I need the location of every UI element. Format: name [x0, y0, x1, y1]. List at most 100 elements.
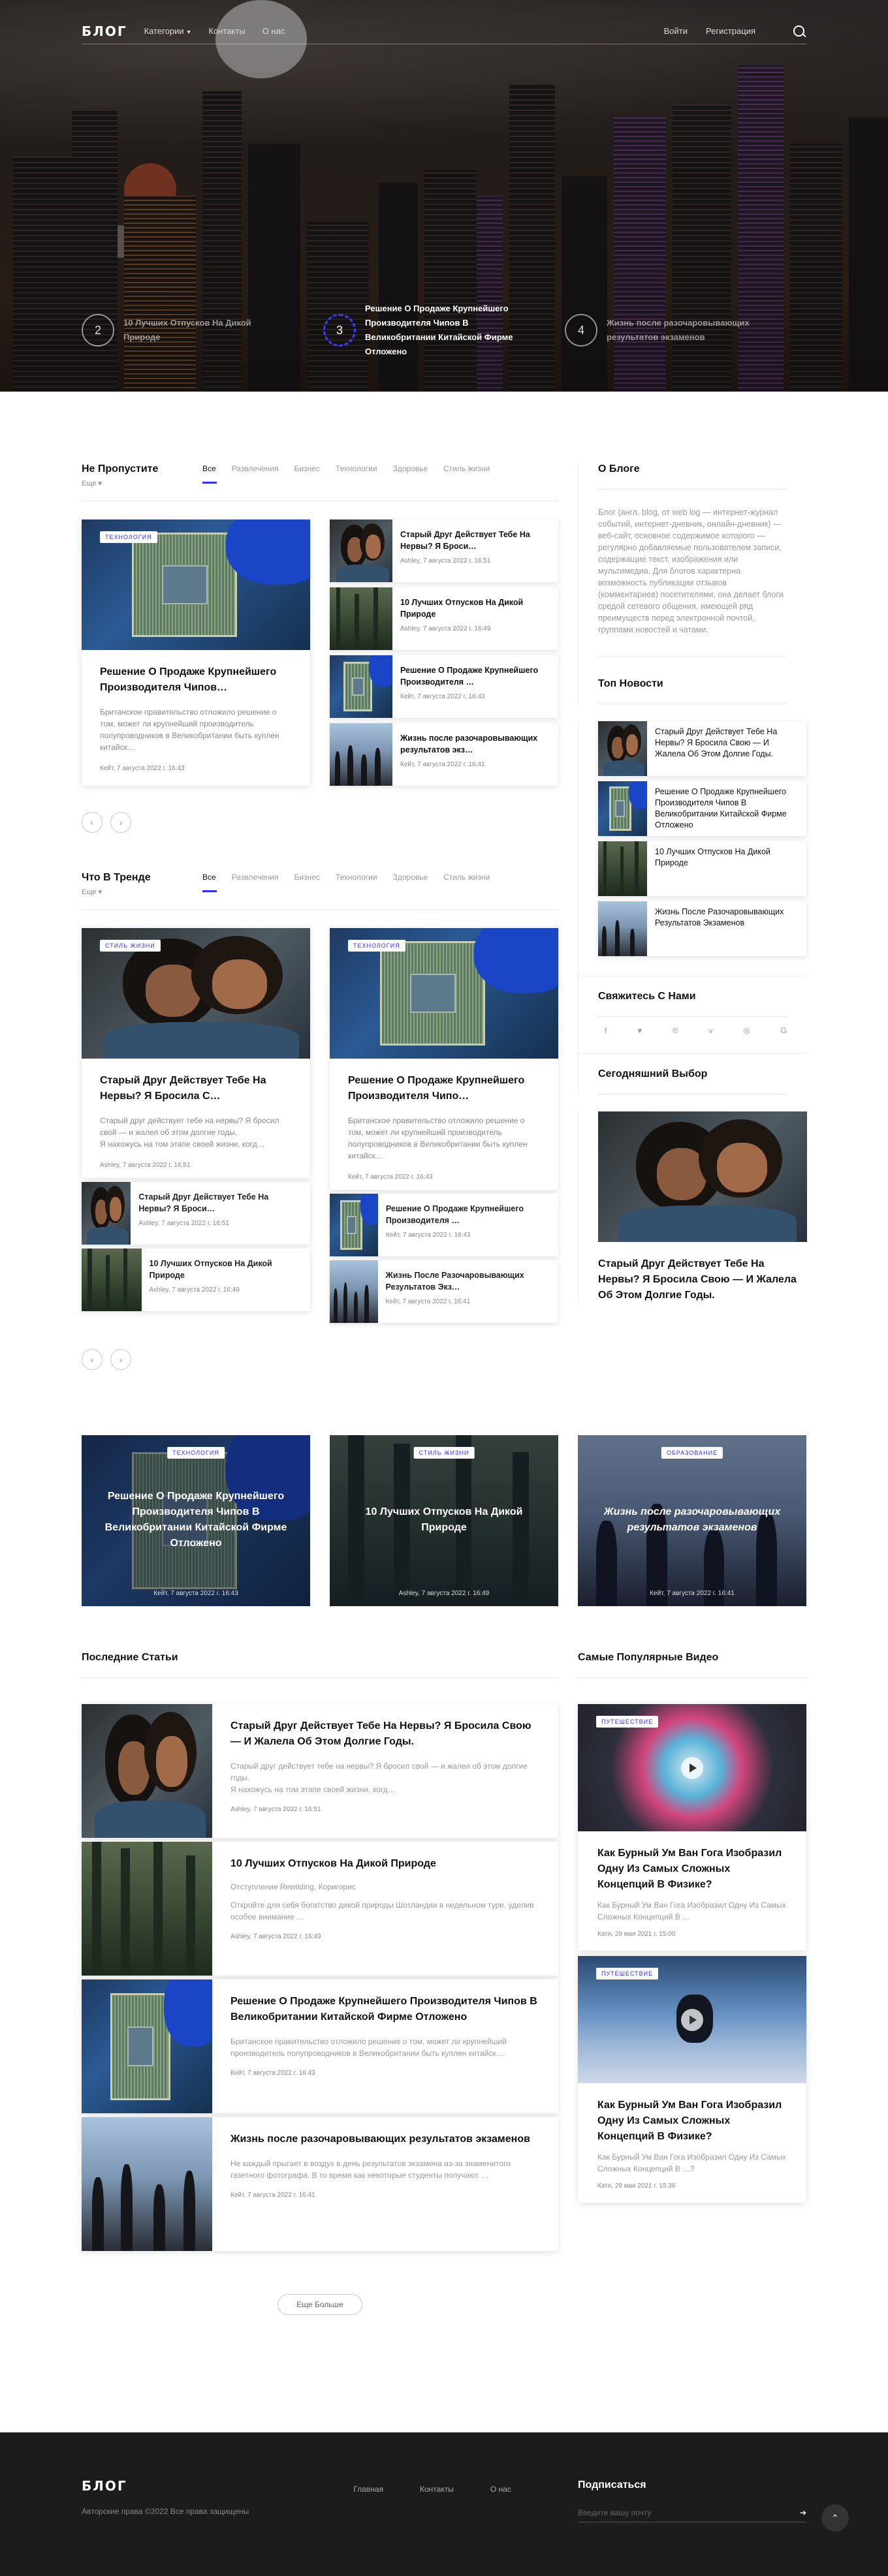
article-row[interactable]: 10 Лучших Отпусков На Дикой Природе Отст…: [82, 1842, 558, 1976]
prev-arrow-icon[interactable]: ‹: [82, 1349, 103, 1370]
nav-contacts[interactable]: Контакты: [209, 26, 246, 36]
list-item[interactable]: Жизнь После Разочаровывающих Результатов…: [330, 1260, 558, 1323]
email-field[interactable]: Введите вашу почту ➔: [578, 2503, 806, 2522]
category-badge[interactable]: ПУТЕШЕСТВИЕ: [596, 1716, 659, 1728]
item-title[interactable]: 10 Лучших Отпусков На Дикой Природе: [150, 1258, 302, 1281]
category-badge[interactable]: ТЕХНОЛОГИЯ: [100, 531, 157, 543]
article-title[interactable]: Жизнь после разочаровывающих результатов…: [230, 2132, 540, 2147]
play-icon[interactable]: [681, 2008, 703, 2031]
category-badge[interactable]: СТИЛЬ ЖИЗНИ: [100, 940, 161, 952]
hero-slide[interactable]: 2 10 Лучших Отпусков На Дикой Природе: [82, 302, 323, 359]
item-title[interactable]: Жизнь После Разочаровывающих Результатов…: [386, 1269, 550, 1293]
top-news-item[interactable]: Решение О Продаже Крупнейшего Производит…: [598, 781, 806, 836]
register-link[interactable]: Регистрация: [706, 26, 755, 36]
category-badge[interactable]: ПУТЕШЕСТВИЕ: [596, 1968, 659, 1979]
tab-business[interactable]: Бизнес: [294, 873, 319, 882]
band-title[interactable]: Решение О Продаже Крупнейшего Производит…: [95, 1489, 297, 1551]
search-icon[interactable]: [792, 24, 806, 39]
site-logo[interactable]: БЛОГ: [82, 23, 127, 39]
video-thumbnail[interactable]: ПУТЕШЕСТВИЕ: [578, 1956, 806, 2083]
instagram-icon[interactable]: ◎: [743, 1026, 750, 1035]
item-title[interactable]: 10 Лучших Отпусков На Дикой Природе: [400, 597, 550, 620]
item-title[interactable]: Жизнь после разочаровывающих результатов…: [400, 732, 550, 756]
next-arrow-icon[interactable]: ›: [110, 812, 131, 833]
video-card[interactable]: ПУТЕШЕСТВИЕ Как Бурный Ум Ван Гога Изобр…: [578, 1704, 806, 1951]
footer-logo[interactable]: БЛОГ: [82, 2478, 249, 2494]
band-card[interactable]: СТИЛЬ ЖИЗНИ 10 Лучших Отпусков На Дикой …: [330, 1435, 558, 1606]
article-row[interactable]: Старый Друг Действует Тебе На Нервы? Я Б…: [82, 1704, 558, 1838]
list-item[interactable]: Старый Друг Действует Тебе На Нервы? Я Б…: [82, 1182, 310, 1245]
scroll-top-icon[interactable]: ⌃: [821, 2504, 849, 2532]
tab-health[interactable]: Здоровье: [393, 464, 428, 473]
pick-title[interactable]: Старый Друг Действует Тебе На Нервы? Я Б…: [598, 1256, 807, 1303]
top-news-item[interactable]: Старый Друг Действует Тебе На Нервы? Я Б…: [598, 721, 806, 776]
list-item[interactable]: Старый Друг Действует Тебе На Нервы? Я Б…: [330, 520, 558, 582]
tab-lifestyle[interactable]: Стиль жизни: [443, 464, 490, 473]
category-badge[interactable]: ОБРАЗОВАНИЕ: [661, 1447, 723, 1459]
nav-categories[interactable]: Категории ▼: [144, 26, 192, 36]
facebook-icon[interactable]: f: [605, 1026, 607, 1035]
pinterest-icon[interactable]: ℗: [673, 1026, 678, 1035]
play-icon[interactable]: [681, 1756, 703, 1779]
tab-entertainment[interactable]: Развлечения: [232, 464, 279, 473]
list-item[interactable]: 10 Лучших Отпусков На Дикой Природе Ashle…: [82, 1249, 310, 1311]
article-title[interactable]: 10 Лучших Отпусков На Дикой Природе: [230, 1856, 540, 1872]
next-arrow-icon[interactable]: ›: [110, 1349, 131, 1370]
load-more-button[interactable]: Еще Больше: [278, 2294, 362, 2315]
footer-link-home[interactable]: Главная: [353, 2485, 383, 2522]
tab-all[interactable]: Все: [202, 464, 217, 484]
video-thumbnail[interactable]: ПУТЕШЕСТВИЕ: [578, 1704, 806, 1831]
tab-business[interactable]: Бизнес: [294, 464, 319, 473]
top-news-item[interactable]: 10 Лучших Отпусков На Дикой Природе: [598, 841, 806, 896]
band-card[interactable]: ОБРАЗОВАНИЕ Жизнь после разочаровывающих…: [578, 1435, 806, 1606]
todays-pick[interactable]: Старый Друг Действует Тебе На Нервы? Я Б…: [578, 1111, 807, 1303]
tab-health[interactable]: Здоровье: [393, 873, 428, 882]
send-arrow-icon[interactable]: ➔: [800, 2508, 806, 2517]
category-badge[interactable]: ТЕХНОЛОГИЯ: [167, 1447, 225, 1459]
footer-link-about[interactable]: О нас: [490, 2485, 511, 2522]
card-title[interactable]: Решение О Продаже Крупнейшего Производит…: [100, 664, 292, 696]
list-item[interactable]: Решение О Продаже Крупнейшего Производит…: [330, 1194, 558, 1256]
band-card[interactable]: ТЕХНОЛОГИЯ Решение О Продаже Крупнейшего…: [82, 1435, 310, 1606]
top-news-item[interactable]: Жизнь После Разочаровывающих Результатов…: [598, 901, 806, 956]
nav-about[interactable]: О нас: [262, 26, 285, 36]
footer-link-contacts[interactable]: Контакты: [420, 2485, 454, 2522]
category-badge[interactable]: ТЕХНОЛОГИЯ: [348, 940, 405, 952]
more-dropdown[interactable]: Еще ▾: [82, 888, 202, 896]
tab-technology[interactable]: Технологии: [336, 873, 377, 882]
video-card[interactable]: ПУТЕШЕСТВИЕ Как Бурный Ум Ван Гога Изобр…: [578, 1956, 806, 2203]
list-item[interactable]: 10 Лучших Отпусков На Дикой Природе Ashle…: [330, 587, 558, 650]
item-title[interactable]: Решение О Продаже Крупнейшего Производит…: [400, 664, 550, 688]
band-title[interactable]: Жизнь после разочаровывающих результатов…: [591, 1504, 793, 1536]
prev-arrow-icon[interactable]: ‹: [82, 812, 103, 833]
video-title[interactable]: Как Бурный Ум Ван Гога Изобразил Одну Из…: [597, 2098, 787, 2145]
article-row[interactable]: Жизнь после разочаровывающих результатов…: [82, 2117, 558, 2251]
article-row[interactable]: Решение О Продаже Крупнейшего Производит…: [82, 1979, 558, 2113]
trending-card[interactable]: СТИЛЬ ЖИЗНИ Старый Друг Действует Тебе Н…: [82, 928, 310, 1178]
hero-slide-active[interactable]: 3 Решение О Продаже Крупнейшего Производ…: [323, 302, 565, 359]
article-title[interactable]: Решение О Продаже Крупнейшего Производит…: [230, 1994, 540, 2025]
google-icon[interactable]: G: [781, 1026, 787, 1035]
article-title[interactable]: Старый Друг Действует Тебе На Нервы? Я Б…: [230, 1718, 540, 1750]
video-title[interactable]: Как Бурный Ум Ван Гога Изобразил Одну Из…: [597, 1846, 787, 1893]
vimeo-icon[interactable]: v: [709, 1026, 713, 1035]
twitter-icon[interactable]: ♥: [637, 1026, 642, 1035]
tab-lifestyle[interactable]: Стиль жизни: [443, 873, 490, 882]
tab-entertainment[interactable]: Развлечения: [232, 873, 279, 882]
list-item[interactable]: Жизнь после разочаровывающих результатов…: [330, 723, 558, 786]
item-title[interactable]: Решение О Продаже Крупнейшего Производит…: [386, 1203, 550, 1226]
tab-all[interactable]: Все: [202, 873, 217, 892]
tab-technology[interactable]: Технологии: [336, 464, 377, 473]
more-dropdown[interactable]: Еще ▾: [82, 479, 202, 488]
login-link[interactable]: Войти: [664, 26, 688, 36]
item-title[interactable]: Старый Друг Действует Тебе На Нервы? Я Б…: [138, 1191, 302, 1215]
card-title[interactable]: Решение О Продаже Крупнейшего Производит…: [348, 1073, 540, 1104]
card-title[interactable]: Старый Друг Действует Тебе На Нервы? Я Б…: [100, 1073, 292, 1104]
featured-card[interactable]: ТЕХНОЛОГИЯ Решение О Продаже Крупнейшего…: [82, 520, 310, 786]
hero-slide[interactable]: 4 Жизнь после разочаровывающих результат…: [565, 302, 806, 359]
category-badge[interactable]: СТИЛЬ ЖИЗНИ: [413, 1447, 475, 1459]
band-title[interactable]: 10 Лучших Отпусков На Дикой Природе: [343, 1504, 545, 1536]
item-title[interactable]: Старый Друг Действует Тебе На Нервы? Я Б…: [400, 529, 550, 552]
trending-card[interactable]: ТЕХНОЛОГИЯ Решение О Продаже Крупнейшего…: [330, 928, 558, 1190]
list-item[interactable]: Решение О Продаже Крупнейшего Производит…: [330, 655, 558, 718]
